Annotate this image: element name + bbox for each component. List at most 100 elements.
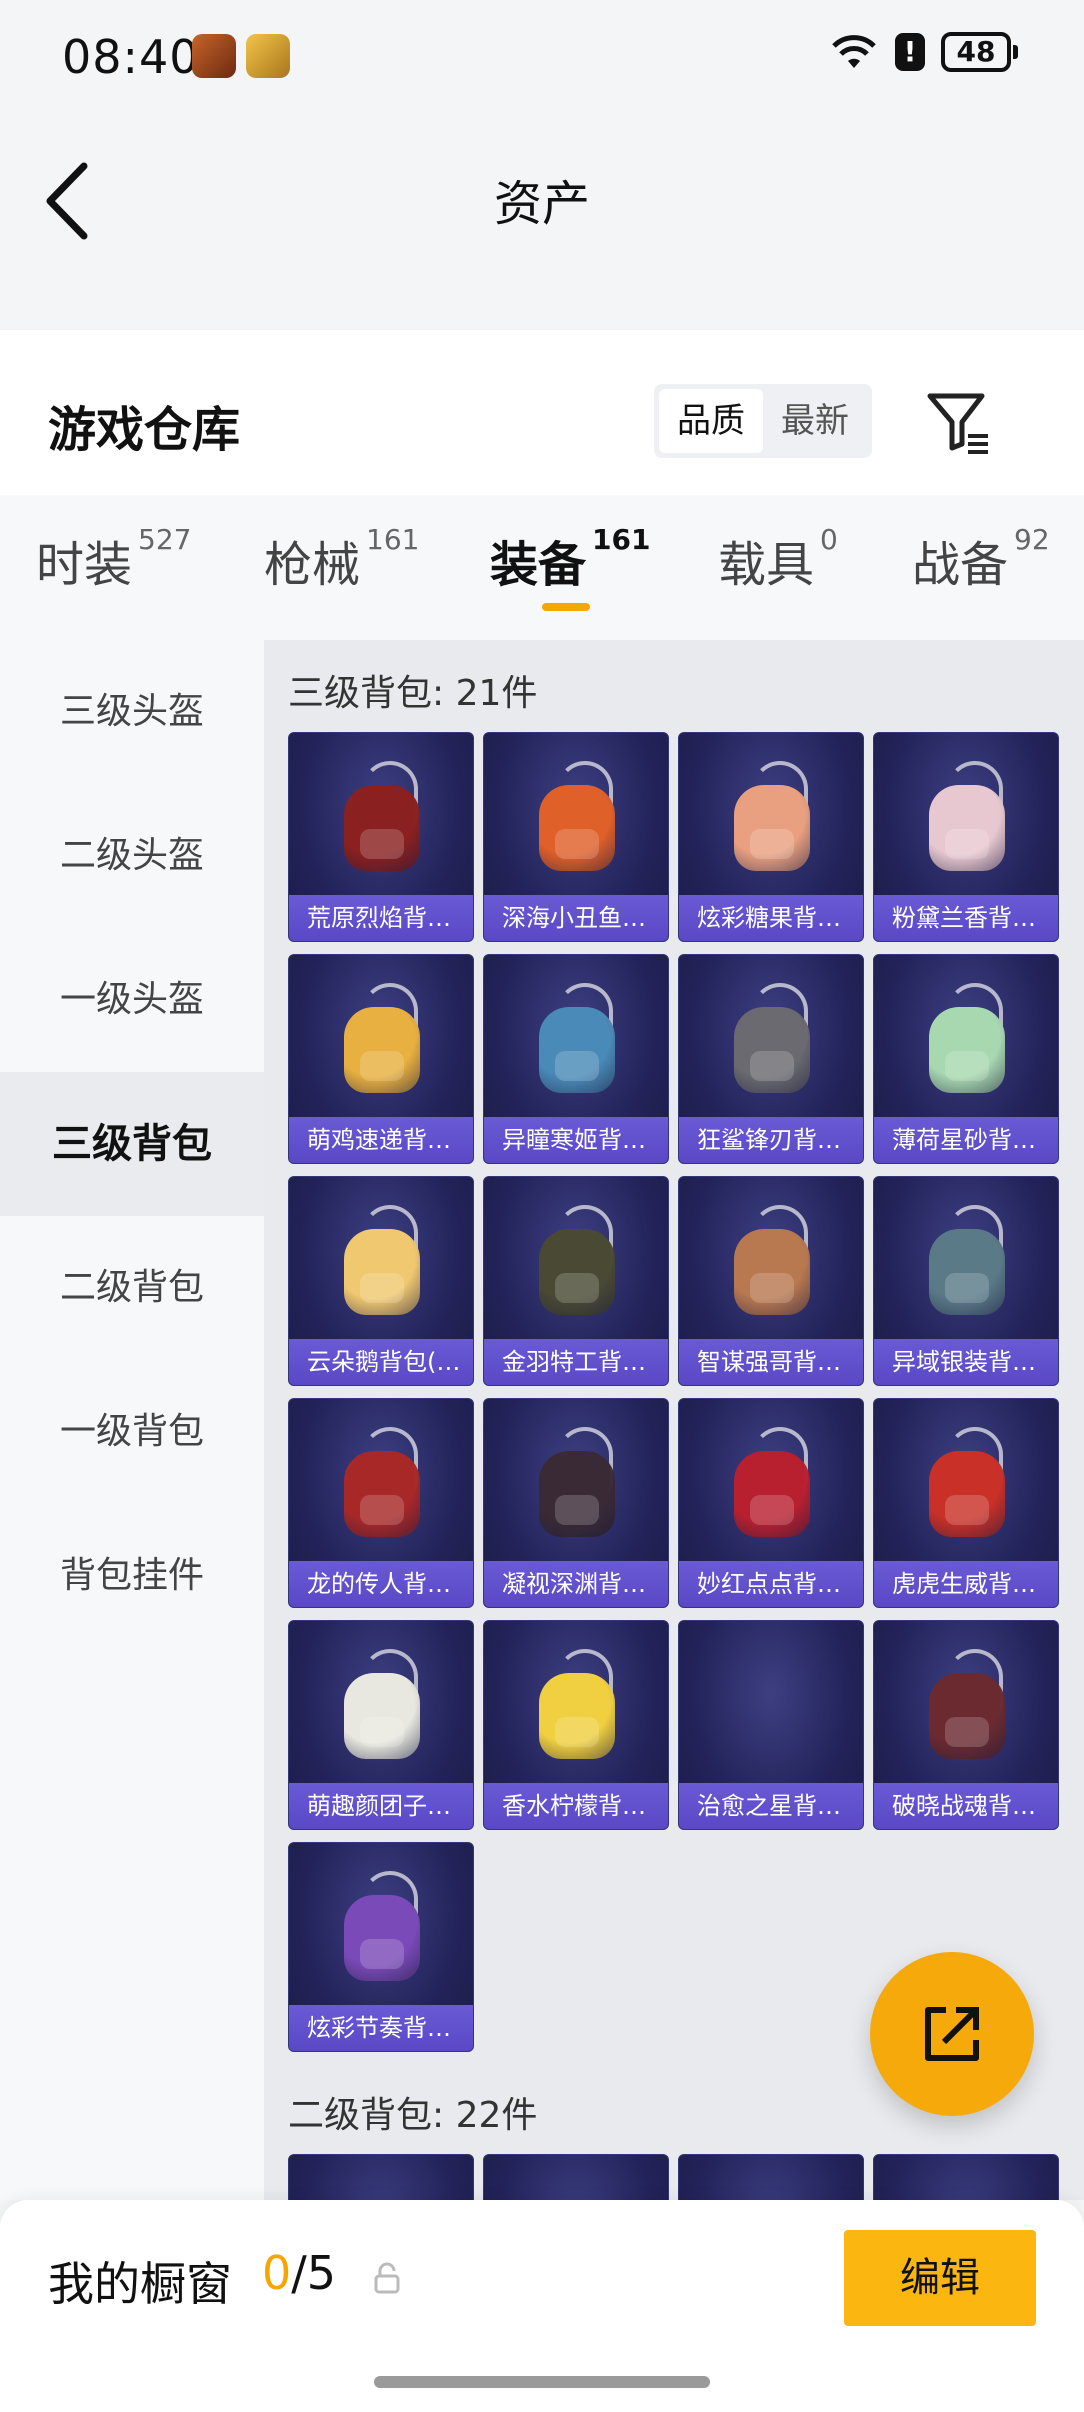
app-notification-icon xyxy=(192,34,236,78)
tab-supplies[interactable]: 战备 92 xyxy=(912,523,1050,595)
sort-option-newest[interactable]: 最新 xyxy=(763,389,867,453)
warehouse-title: 游戏仓库 xyxy=(48,402,241,458)
sort-toggle: 品质 最新 xyxy=(654,384,872,458)
item-card[interactable]: 妙红点点背… xyxy=(678,1398,864,1608)
tab-label: 装备 xyxy=(490,537,587,593)
sidebar: 三级头盔 二级头盔 一级头盔 三级背包 二级背包 一级背包 背包挂件 xyxy=(0,640,264,2200)
item-card[interactable]: 萌鸡速递背… xyxy=(288,954,474,1164)
sidebar-item-level3-helmet[interactable]: 三级头盔 xyxy=(0,640,264,784)
item-card-label: 炫彩节奏背… xyxy=(289,2005,473,2051)
sidebar-item-level3-backpack[interactable]: 三级背包 xyxy=(0,1072,264,1216)
filter-icon[interactable] xyxy=(924,388,992,456)
item-card[interactable] xyxy=(288,2154,474,2200)
item-card[interactable]: 虎虎生威背… xyxy=(873,1398,1059,1608)
dragon-backpack-icon xyxy=(332,1423,432,1543)
tab-fashion[interactable]: 时装 527 xyxy=(36,523,192,595)
sidebar-item-level2-backpack[interactable]: 二级背包 xyxy=(0,1216,264,1360)
tiger-backpack-icon xyxy=(917,1423,1017,1543)
item-card-label: 破晓战魂背… xyxy=(874,1783,1058,1829)
item-card-label: 炫彩糖果背… xyxy=(679,895,863,941)
abyss-backpack-icon xyxy=(527,1423,627,1543)
showcase-total: /5 xyxy=(291,2246,337,2300)
tab-vehicles[interactable]: 载具 0 xyxy=(718,523,838,595)
red-backpack-icon xyxy=(332,757,432,877)
sidebar-item-backpack-pendant[interactable]: 背包挂件 xyxy=(0,1504,264,1648)
share-icon xyxy=(925,2007,979,2061)
item-card[interactable]: 破晓战魂背… xyxy=(873,1620,1059,1830)
item-card[interactable] xyxy=(483,2154,669,2200)
section-title: 二级背包: 22件 xyxy=(288,2095,538,2136)
sidebar-item-level1-backpack[interactable]: 一级背包 xyxy=(0,1360,264,1504)
item-card[interactable]: 炫彩节奏背… xyxy=(288,1842,474,2052)
item-card[interactable]: 荒原烈焰背… xyxy=(288,732,474,942)
item-card[interactable]: 萌趣颜团子… xyxy=(288,1620,474,1830)
tab-count: 161 xyxy=(592,523,651,556)
pink-backpack-icon xyxy=(917,757,1017,877)
item-card[interactable]: 香水柠檬背… xyxy=(483,1620,669,1830)
item-card-label: 云朵鹅背包(… xyxy=(289,1339,473,1385)
clownfish-backpack-icon xyxy=(527,757,627,877)
item-card[interactable]: 薄荷星砂背… xyxy=(873,954,1059,1164)
item-card[interactable] xyxy=(873,2154,1059,2200)
item-card[interactable]: 凝视深渊背… xyxy=(483,1398,669,1608)
tab-label: 时装 xyxy=(36,537,133,593)
showcase-bar: 我的橱窗 0/5 编辑 xyxy=(0,2200,1084,2412)
item-card-label: 凝视深渊背… xyxy=(484,1561,668,1607)
showcase-count: 0/5 xyxy=(262,2246,336,2300)
item-card[interactable] xyxy=(678,2154,864,2200)
chick-backpack-icon xyxy=(332,979,432,1099)
sidebar-item-level2-helmet[interactable]: 二级头盔 xyxy=(0,784,264,928)
status-bar: 08:40 ! 48 xyxy=(0,0,1084,110)
showcase-label: 我的橱窗 xyxy=(48,2257,232,2311)
item-card-label: 萌趣颜团子… xyxy=(289,1783,473,1829)
hamster-backpack-icon xyxy=(722,1201,822,1321)
tab-label: 战备 xyxy=(912,537,1009,593)
item-card[interactable]: 粉黛兰香背… xyxy=(873,732,1059,942)
tab-equipment[interactable]: 装备 161 xyxy=(490,523,651,595)
item-card[interactable]: 智谋强哥背… xyxy=(678,1176,864,1386)
game-notification-icon xyxy=(246,34,290,78)
item-card[interactable]: 治愈之星背… xyxy=(678,1620,864,1830)
rhythm-backpack-icon xyxy=(332,1867,432,1987)
tab-label: 枪械 xyxy=(264,537,361,593)
item-card[interactable]: 异瞳寒姬背… xyxy=(483,954,669,1164)
tab-count: 92 xyxy=(1014,523,1050,556)
bunny-backpack-icon xyxy=(527,979,627,1099)
lemon-backpack-icon xyxy=(527,1645,627,1765)
tab-weapons[interactable]: 枪械 161 xyxy=(264,523,419,595)
lock-icon xyxy=(374,2262,400,2294)
item-card-label: 异瞳寒姬背… xyxy=(484,1117,668,1163)
item-card-label: 深海小丑鱼… xyxy=(484,895,668,941)
silver-backpack-icon xyxy=(917,1201,1017,1321)
item-card-label: 萌鸡速递背… xyxy=(289,1117,473,1163)
item-card-label: 妙红点点背… xyxy=(679,1561,863,1607)
item-card[interactable]: 云朵鹅背包(… xyxy=(288,1176,474,1386)
share-button[interactable] xyxy=(870,1952,1034,2116)
item-card[interactable]: 龙的传人背… xyxy=(288,1398,474,1608)
item-card-label: 金羽特工背… xyxy=(484,1339,668,1385)
edit-button[interactable]: 编辑 xyxy=(844,2230,1036,2326)
tactical-backpack-icon xyxy=(527,1201,627,1321)
showcase-current: 0 xyxy=(262,2246,292,2300)
item-card-label: 荒原烈焰背… xyxy=(289,895,473,941)
item-card-label: 虎虎生威背… xyxy=(874,1561,1058,1607)
item-card[interactable]: 深海小丑鱼… xyxy=(483,732,669,942)
warehouse-bar: 游戏仓库 品质 最新 xyxy=(0,330,1084,495)
tab-count: 527 xyxy=(138,523,192,556)
category-tabs: 时装 527 枪械 161 装备 161 载具 0 战备 92 xyxy=(0,495,1084,640)
mint-backpack-icon xyxy=(917,979,1017,1099)
item-card[interactable]: 金羽特工背… xyxy=(483,1176,669,1386)
battery-icon: 48 xyxy=(941,32,1018,72)
sidebar-item-level1-helmet[interactable]: 一级头盔 xyxy=(0,928,264,1072)
item-card[interactable]: 炫彩糖果背… xyxy=(678,732,864,942)
page-title: 资产 xyxy=(493,176,590,232)
item-card[interactable]: 异域银装背… xyxy=(873,1176,1059,1386)
warrior-backpack-icon xyxy=(917,1645,1017,1765)
sort-option-quality[interactable]: 品质 xyxy=(659,389,763,453)
item-card[interactable]: 狂鲨锋刃背… xyxy=(678,954,864,1164)
section-title: 三级背包: 21件 xyxy=(288,673,538,714)
home-indicator[interactable] xyxy=(374,2376,710,2388)
wifi-icon xyxy=(832,35,876,68)
item-card-label: 治愈之星背… xyxy=(679,1783,863,1829)
status-time: 08:40 xyxy=(62,30,200,84)
